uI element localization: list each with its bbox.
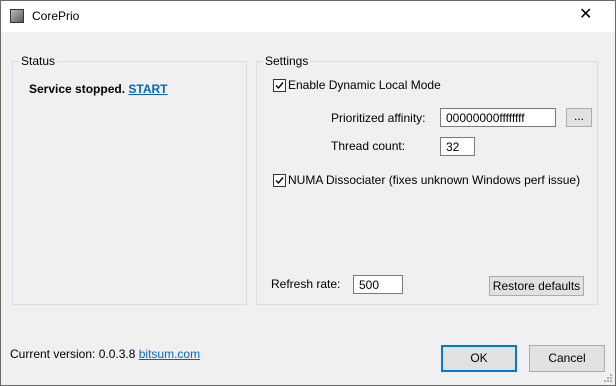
numa-dissociater-label[interactable]: NUMA Dissociater (fixes unknown Windows … xyxy=(288,173,580,187)
checkmark-icon xyxy=(275,177,284,185)
start-link[interactable]: START xyxy=(128,82,167,96)
window-title: CorePrio xyxy=(32,9,80,23)
numa-dissociater-checkbox[interactable] xyxy=(273,174,286,187)
resize-grip-icon[interactable] xyxy=(603,373,613,383)
footer-version: Current version: 0.0.3.8 bitsum.com xyxy=(10,347,200,361)
prioritized-affinity-label: Prioritized affinity: xyxy=(331,111,426,125)
cancel-button[interactable]: Cancel xyxy=(529,345,605,372)
corerio-window: CorePrio ✕ Status Service stopped. START… xyxy=(0,0,616,386)
refresh-rate-label: Refresh rate: xyxy=(271,277,341,291)
restore-defaults-button[interactable]: Restore defaults xyxy=(489,276,584,296)
status-line: Service stopped. START xyxy=(29,82,168,96)
title-bar[interactable]: CorePrio ✕ xyxy=(1,1,615,32)
affinity-browse-button[interactable]: ... xyxy=(566,108,592,127)
version-text: Current version: 0.0.3.8 xyxy=(10,347,136,361)
close-icon[interactable]: ✕ xyxy=(579,6,592,24)
ok-button[interactable]: OK xyxy=(441,345,517,372)
status-group: Status Service stopped. START xyxy=(12,54,247,305)
bitsum-link[interactable]: bitsum.com xyxy=(139,347,200,361)
checkmark-icon xyxy=(275,82,284,90)
app-icon xyxy=(10,9,24,23)
thread-count-input[interactable]: 32 xyxy=(440,137,475,156)
refresh-rate-input[interactable]: 500 xyxy=(353,275,403,294)
settings-group-label: Settings xyxy=(263,54,311,68)
thread-count-label: Thread count: xyxy=(331,139,406,153)
service-state-text: Service stopped. xyxy=(29,82,126,96)
dynamic-local-mode-checkbox[interactable] xyxy=(273,79,286,92)
dynamic-local-mode-label[interactable]: Enable Dynamic Local Mode xyxy=(288,78,441,92)
status-group-label: Status xyxy=(19,54,58,68)
prioritized-affinity-input[interactable]: 00000000ffffffff xyxy=(440,108,556,127)
settings-group: Settings Enable Dynamic Local Mode Prior… xyxy=(256,54,598,305)
